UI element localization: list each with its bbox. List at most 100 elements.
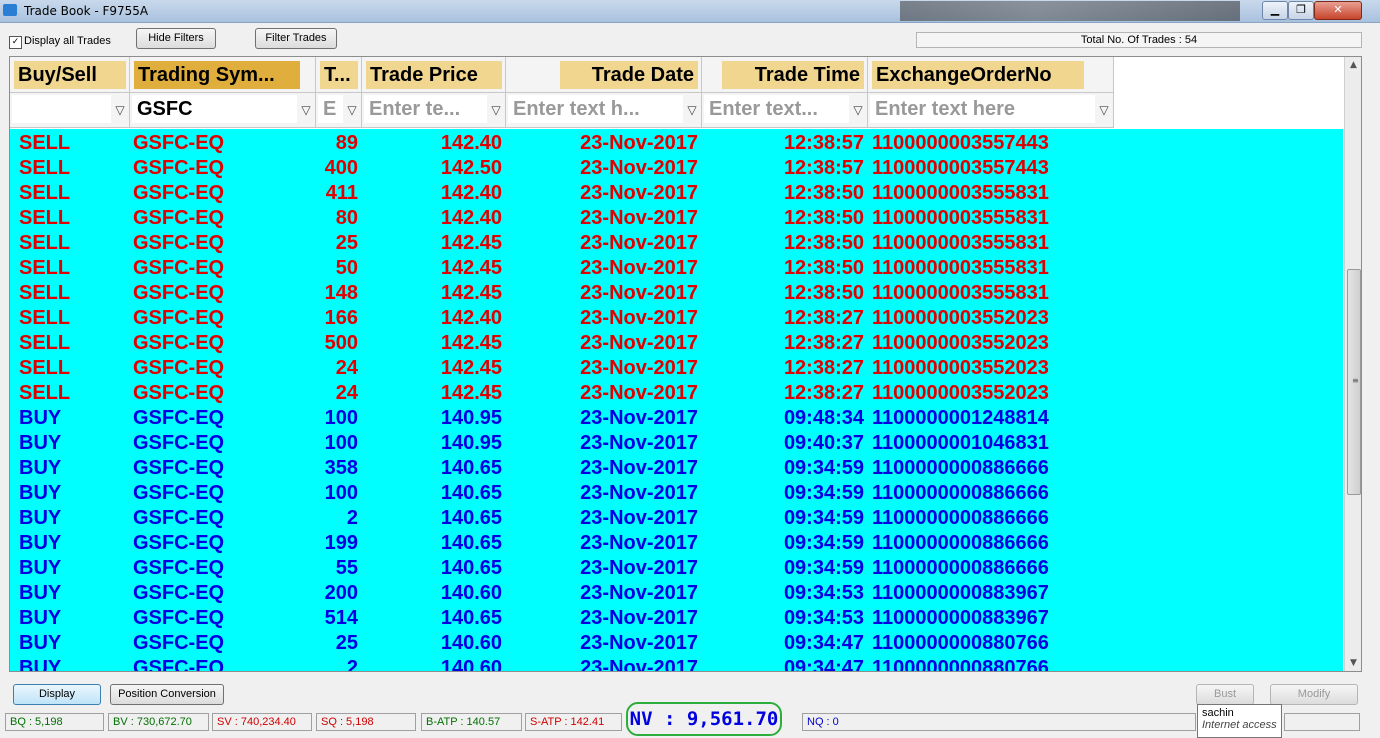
cell-trade-date: 23-Nov-2017 [580, 332, 698, 354]
filter-input-exchange-order-no[interactable]: Enter text here [870, 95, 1095, 123]
filter-funnel-icon[interactable]: ▽ [114, 103, 126, 117]
cell-trade-date: 23-Nov-2017 [580, 457, 698, 479]
table-row[interactable]: BUY GSFC-EQ 514 140.65 23-Nov-2017 09:34:53 11… [10, 606, 1343, 631]
cell-buy-sell: SELL [19, 182, 71, 204]
table-row[interactable]: SELL GSFC-EQ 80 142.40 23-Nov-2017 12:38:50 11… [10, 206, 1343, 231]
cell-trade-time: 09:34:59 [783, 532, 864, 554]
table-row[interactable]: BUY GSFC-EQ 200 140.60 23-Nov-2017 09:34:53 11… [10, 581, 1343, 606]
cell-buy-sell: BUY [19, 582, 62, 604]
cell-trade-time: 12:38:57 [783, 132, 864, 154]
table-row[interactable]: BUY GSFC-EQ 100 140.95 23-Nov-2017 09:40:37 11… [10, 431, 1343, 456]
column-header-exchange-order-no[interactable]: ExchangeOrderNo [868, 57, 1114, 93]
maximize-button[interactable]: ❐ [1288, 1, 1314, 20]
cell-buy-sell: SELL [19, 157, 71, 179]
column-header-label: T... [320, 61, 358, 89]
table-row[interactable]: SELL GSFC-EQ 500 142.45 23-Nov-2017 12:38:27 1… [10, 331, 1343, 356]
display-all-trades-checkbox[interactable]: ✓ [9, 36, 22, 49]
filter-input-buy-sell[interactable] [12, 95, 111, 123]
scroll-down-icon[interactable]: ▼ [1345, 655, 1361, 671]
filter-trades-button[interactable]: Filter Trades [255, 28, 337, 49]
cell-trade-qty: 25 [335, 632, 358, 654]
column-header-trade-price[interactable]: Trade Price [362, 57, 506, 93]
cell-trade-date: 23-Nov-2017 [580, 657, 698, 672]
filter-input-trade-time[interactable]: Enter text... [704, 95, 849, 123]
cell-trade-time: 12:38:27 [783, 332, 864, 354]
cell-trade-qty: 500 [324, 332, 358, 354]
column-header-trade-date[interactable]: Trade Date [506, 57, 702, 93]
table-row[interactable]: SELL GSFC-EQ 148 142.45 23-Nov-2017 12:38:50 1… [10, 281, 1343, 306]
cell-trade-time: 09:34:59 [783, 557, 864, 579]
column-header-trading-symbol[interactable]: Trading Sym... [130, 57, 316, 93]
cell-buy-sell: BUY [19, 457, 62, 479]
column-header-trade-qty[interactable]: T... [316, 57, 362, 93]
modify-button[interactable]: Modify [1270, 684, 1358, 705]
table-row[interactable]: SELL GSFC-EQ 24 142.45 23-Nov-2017 12:38:27 11… [10, 356, 1343, 381]
table-row[interactable]: SELL GSFC-EQ 24 142.45 23-Nov-2017 12:38:27 11… [10, 381, 1343, 406]
cell-trade-price: 142.40 [440, 132, 502, 154]
column-header-label: Trade Price [366, 61, 502, 89]
cell-buy-sell: BUY [19, 607, 62, 629]
table-row[interactable]: SELL GSFC-EQ 89 142.40 23-Nov-2017 12:38:57 11… [10, 131, 1343, 156]
cell-trade-time: 12:38:50 [783, 207, 864, 229]
table-row[interactable]: BUY GSFC-EQ 55 140.65 23-Nov-2017 09:34:59 110… [10, 556, 1343, 581]
cell-trading-symbol: GSFC-EQ [133, 282, 225, 304]
filter-input-trading-symbol[interactable]: GSFC [132, 95, 297, 123]
display-all-trades-label[interactable]: Display all Trades [24, 35, 111, 47]
table-row[interactable]: SELL GSFC-EQ 400 142.50 23-Nov-2017 12:38:57 1… [10, 156, 1343, 181]
cell-buy-sell: SELL [19, 307, 71, 329]
cell-trade-qty: 199 [324, 532, 358, 554]
cell-trade-time: 09:40:37 [783, 432, 864, 454]
table-row[interactable]: BUY GSFC-EQ 25 140.60 23-Nov-2017 09:34:47 110… [10, 631, 1343, 656]
filter-input-trade-price[interactable]: Enter te... [364, 95, 487, 123]
scroll-up-icon[interactable]: ▲ [1345, 57, 1361, 73]
table-row[interactable]: SELL GSFC-EQ 411 142.40 23-Nov-2017 12:38:50 1… [10, 181, 1343, 206]
cell-trading-symbol: GSFC-EQ [133, 632, 225, 654]
cell-trade-date: 23-Nov-2017 [580, 507, 698, 529]
bust-button[interactable]: Bust [1196, 684, 1254, 705]
cell-trade-date: 23-Nov-2017 [580, 382, 698, 404]
minimize-button[interactable]: ▁ [1262, 1, 1288, 20]
table-row[interactable]: BUY GSFC-EQ 100 140.95 23-Nov-2017 09:48:34 11… [10, 406, 1343, 431]
filter-funnel-icon[interactable]: ▽ [300, 103, 312, 117]
table-row[interactable]: BUY GSFC-EQ 199 140.65 23-Nov-2017 09:34:59 11… [10, 531, 1343, 556]
filter-input-trade-date[interactable]: Enter text h... [508, 95, 683, 123]
display-button[interactable]: Display [13, 684, 101, 705]
table-row[interactable]: BUY GSFC-EQ 2 140.60 23-Nov-2017 09:34:47 1100… [10, 656, 1343, 672]
cell-trade-qty: 411 [325, 182, 358, 204]
trade-grid: Buy/Sell Trading Sym... T... Trade Price… [9, 56, 1362, 672]
table-row[interactable]: SELL GSFC-EQ 50 142.45 23-Nov-2017 12:38:50 11… [10, 256, 1343, 281]
cell-trade-time: 12:38:50 [783, 182, 864, 204]
filter-funnel-icon[interactable]: ▽ [686, 103, 698, 117]
filter-funnel-icon[interactable]: ▽ [346, 103, 358, 117]
cell-trade-qty: 89 [335, 132, 358, 154]
filter-cell-exchange-order-no: Enter text here ▽ [868, 93, 1114, 128]
column-header-buy-sell[interactable]: Buy/Sell [10, 57, 130, 93]
close-button[interactable]: ✕ [1314, 1, 1362, 20]
table-row[interactable]: SELL GSFC-EQ 25 142.45 23-Nov-2017 12:38:50 11… [10, 231, 1343, 256]
filter-funnel-icon[interactable]: ▽ [1098, 103, 1110, 117]
table-row[interactable]: BUY GSFC-EQ 358 140.65 23-Nov-2017 09:34:59 11… [10, 456, 1343, 481]
filter-cell-trade-date: Enter text h... ▽ [506, 93, 702, 128]
scrollbar-thumb[interactable]: ≡ [1347, 269, 1361, 495]
column-header-trade-time[interactable]: Trade Time [702, 57, 868, 93]
cell-exchange-order-no: 1100000000880766 [872, 632, 1049, 654]
position-conversion-button[interactable]: Position Conversion [110, 684, 224, 705]
cell-trade-qty: 24 [335, 382, 358, 404]
cell-trade-time: 12:38:27 [783, 357, 864, 379]
cell-buy-sell: SELL [19, 132, 71, 154]
cell-buy-sell: BUY [19, 632, 62, 654]
status-nq: NQ : 0 [802, 713, 1196, 731]
cell-exchange-order-no: 1100000003555831 [872, 232, 1049, 254]
cell-trade-qty: 514 [324, 607, 358, 629]
table-row[interactable]: BUY GSFC-EQ 2 140.65 23-Nov-2017 09:34:59 1100… [10, 506, 1343, 531]
title-bar: Trade Book - F9755A ▁ ❐ ✕ [0, 0, 1380, 23]
hide-filters-button[interactable]: Hide Filters [136, 28, 216, 49]
cell-trading-symbol: GSFC-EQ [133, 357, 225, 379]
table-row[interactable]: BUY GSFC-EQ 100 140.65 23-Nov-2017 09:34:59 11… [10, 481, 1343, 506]
vertical-scrollbar[interactable]: ▲ ≡ ▼ [1344, 57, 1361, 671]
filter-funnel-icon[interactable]: ▽ [852, 103, 864, 117]
filter-funnel-icon[interactable]: ▽ [490, 103, 502, 117]
cell-trade-price: 140.65 [440, 457, 502, 479]
filter-input-trade-qty[interactable]: E [318, 95, 343, 123]
table-row[interactable]: SELL GSFC-EQ 166 142.40 23-Nov-2017 12:38:27 1… [10, 306, 1343, 331]
